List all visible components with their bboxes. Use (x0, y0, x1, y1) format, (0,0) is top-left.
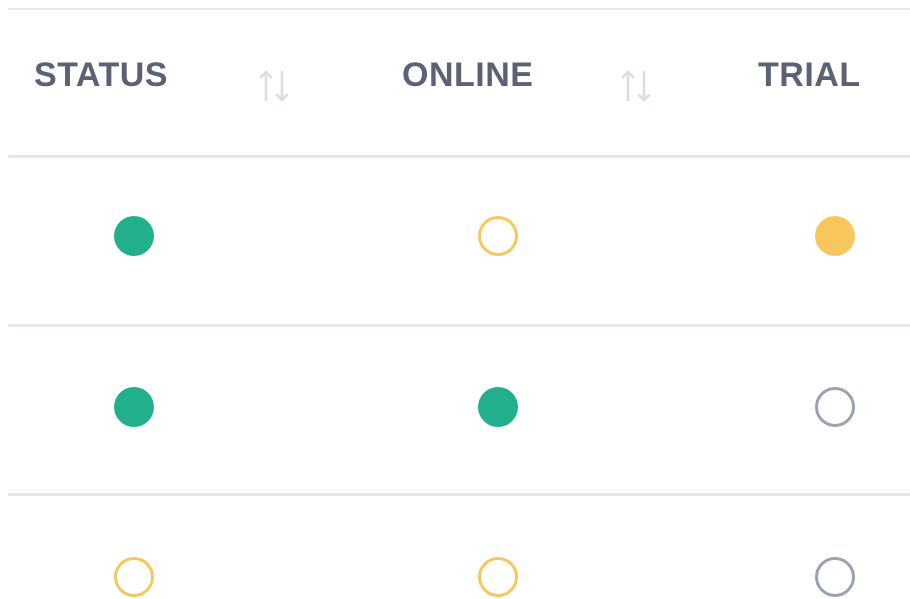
trial-dot-icon (815, 387, 855, 427)
status-dot-icon (114, 557, 154, 597)
sort-status-button[interactable] (252, 64, 296, 108)
sort-arrows-icon (621, 70, 651, 102)
table-row (0, 327, 910, 493)
trial-dot-icon (815, 557, 855, 597)
online-dot-icon (478, 557, 518, 597)
column-header-trial[interactable]: TRIAL (758, 56, 861, 95)
online-dot-icon (478, 387, 518, 427)
column-header-status[interactable]: STATUS (34, 56, 168, 95)
sort-arrows-icon (259, 70, 289, 102)
table-row (0, 496, 910, 599)
online-dot-icon (478, 216, 518, 256)
sort-online-button[interactable] (614, 64, 658, 108)
status-dot-icon (114, 387, 154, 427)
trial-dot-icon (815, 216, 855, 256)
status-dot-icon (114, 216, 154, 256)
column-header-online[interactable]: ONLINE (402, 56, 533, 95)
table-header-row: STATUS ONLINE TRIAL (0, 10, 910, 156)
table-row (0, 158, 910, 324)
